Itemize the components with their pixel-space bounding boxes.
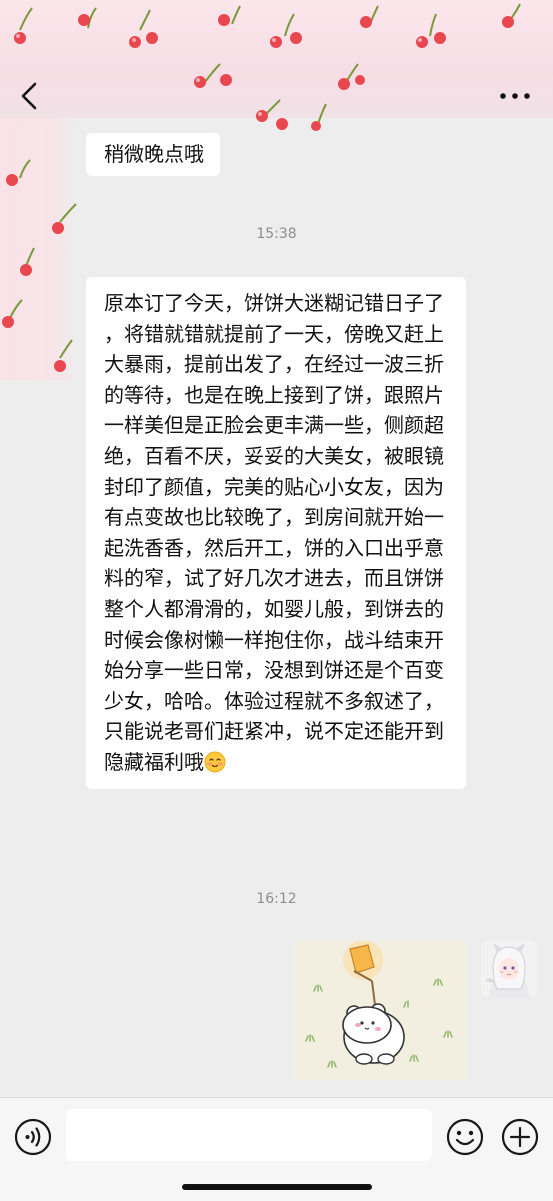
more-dots-icon bbox=[500, 93, 530, 99]
message-timestamp: 16:12 bbox=[256, 891, 297, 907]
back-button[interactable] bbox=[10, 76, 50, 116]
message-bubble-received[interactable]: 原本订了今天，饼饼大迷糊记错日子了，将错就错就提前了一天，傍晚又赶上大暴雨，提前… bbox=[86, 277, 466, 789]
user-avatar-icon bbox=[481, 941, 537, 997]
message-bubble-received[interactable]: 稍微晚点哦 bbox=[86, 133, 220, 176]
message-input-bar bbox=[0, 1097, 553, 1201]
blushing-face-emoji-icon bbox=[204, 751, 226, 773]
avatar[interactable] bbox=[481, 941, 537, 997]
message-timestamp: 15:38 bbox=[256, 226, 297, 242]
emoji-icon bbox=[446, 1118, 484, 1156]
home-indicator[interactable] bbox=[182, 1184, 372, 1190]
plus-icon bbox=[501, 1118, 539, 1156]
more-options-button[interactable] bbox=[495, 76, 535, 116]
message-text: 稍微晚点哦 bbox=[104, 142, 204, 166]
voice-input-button[interactable] bbox=[13, 1117, 53, 1157]
chat-nav-bar bbox=[0, 68, 553, 124]
chevron-left-icon bbox=[21, 82, 37, 110]
more-functions-button[interactable] bbox=[500, 1117, 540, 1157]
voice-icon bbox=[14, 1118, 52, 1156]
bear-with-lantern-sticker-icon bbox=[294, 941, 466, 1080]
sticker-message[interactable] bbox=[294, 941, 466, 1080]
message-text: 原本订了今天，饼饼大迷糊记错日子了，将错就错就提前了一天，傍晚又赶上大暴雨，提前… bbox=[104, 291, 444, 774]
message-input[interactable] bbox=[66, 1109, 432, 1161]
emoji-button[interactable] bbox=[445, 1117, 485, 1157]
